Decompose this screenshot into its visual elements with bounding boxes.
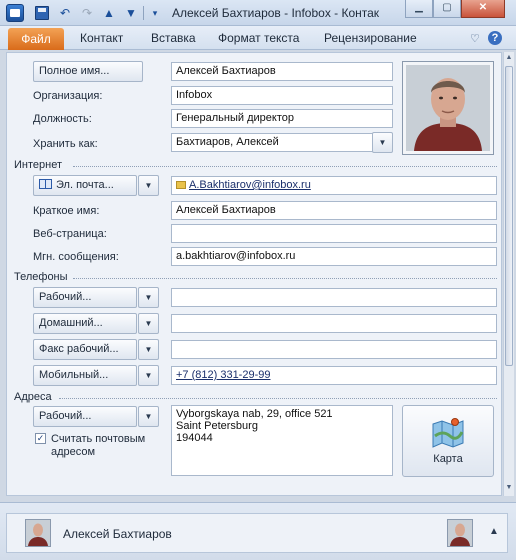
- tab-file[interactable]: Файл: [8, 28, 64, 50]
- company-label: Организация:: [33, 90, 103, 102]
- tab-contact[interactable]: Контакт: [80, 31, 123, 45]
- map-button[interactable]: Карта: [402, 405, 494, 477]
- map-icon: [432, 418, 464, 448]
- email-field[interactable]: A.Bakhtiarov@infobox.ru: [171, 176, 497, 195]
- scroll-up-icon[interactable]: ▲: [505, 54, 513, 61]
- display-as-field[interactable]: Алексей Бахтиаров: [171, 201, 497, 220]
- window-controls: ▁ ▢ ✕: [405, 0, 505, 20]
- company-field[interactable]: Infobox: [171, 86, 393, 105]
- close-icon[interactable]: ✕: [461, 0, 505, 18]
- section-phones: Телефоны: [14, 271, 68, 283]
- scrollbar-thumb[interactable]: [505, 66, 513, 366]
- map-button-label: Карта: [433, 453, 463, 465]
- file-as-field[interactable]: Бахтиаров, Алексей: [171, 133, 373, 152]
- web-page-field[interactable]: [171, 224, 497, 243]
- expand-people-pane-icon[interactable]: ▲: [489, 526, 499, 537]
- address-type-dropdown-icon[interactable]: ▼: [138, 406, 159, 427]
- title-bar: ↶ ↷ ▲ ▼ ▾ Алексей Бахтиаров - Infobox - …: [0, 0, 516, 26]
- people-pane-content: Алексей Бахтиаров ▲: [6, 513, 508, 553]
- phone-business-dropdown-icon[interactable]: ▼: [138, 287, 159, 308]
- address-line: 194044: [176, 432, 213, 444]
- tab-insert[interactable]: Вставка: [151, 31, 196, 45]
- section-addresses: Адреса: [14, 391, 52, 403]
- maximize-icon[interactable]: ▢: [433, 0, 461, 18]
- mailing-address-checkbox[interactable]: ✓: [35, 433, 46, 444]
- phone-business-button[interactable]: Рабочий...: [33, 287, 137, 308]
- phone-fax-field[interactable]: [171, 340, 497, 359]
- email-type-dropdown-icon[interactable]: ▼: [138, 175, 159, 196]
- window-title: Алексей Бахтиаров - Infobox - Контак: [172, 6, 380, 20]
- display-as-label: Краткое имя:: [33, 205, 100, 217]
- people-pane: Алексей Бахтиаров ▲: [0, 502, 516, 560]
- vertical-scrollbar[interactable]: ▲ ▼: [503, 52, 514, 496]
- undo-icon[interactable]: ↶: [57, 5, 73, 21]
- section-divider: [73, 278, 497, 279]
- expand-ribbon-icon[interactable]: ♡: [470, 32, 480, 45]
- phone-mobile-dropdown-icon[interactable]: ▼: [138, 365, 159, 386]
- ribbon-tabs: Файл Контакт Вставка Формат текста Рецен…: [0, 26, 516, 50]
- tab-review[interactable]: Рецензирование: [324, 31, 417, 45]
- file-as-label: Хранить как:: [33, 138, 98, 150]
- im-address-label: Мгн. сообщения:: [33, 251, 119, 263]
- job-title-label: Должность:: [33, 113, 92, 125]
- avatar[interactable]: [25, 519, 51, 547]
- save-icon[interactable]: [35, 6, 49, 20]
- previous-item-icon[interactable]: ▲: [101, 5, 117, 21]
- address-type-button[interactable]: Рабочий...: [33, 406, 137, 427]
- phone-mobile-button[interactable]: Мобильный...: [33, 365, 137, 386]
- phone-business-field[interactable]: [171, 288, 497, 307]
- email-type-button[interactable]: Эл. почта...: [33, 175, 137, 196]
- customize-toolbar-icon[interactable]: ▾: [147, 5, 163, 21]
- help-icon[interactable]: ?: [488, 31, 502, 45]
- scroll-down-icon[interactable]: ▼: [505, 484, 513, 491]
- phone-fax-button[interactable]: Факс рабочий...: [33, 339, 137, 360]
- email-status-icon: [176, 181, 186, 189]
- email-value: A.Bakhtiarov@infobox.ru: [189, 179, 311, 191]
- avatar[interactable]: [447, 519, 473, 547]
- address-textbox[interactable]: Vyborgskaya nab, 29, office 521 Saint Pe…: [171, 405, 393, 476]
- file-as-dropdown-icon[interactable]: ▼: [372, 132, 393, 153]
- address-line: Vyborgskaya nab, 29, office 521: [176, 408, 333, 420]
- full-name-button[interactable]: Полное имя...: [33, 61, 143, 82]
- email-type-label: Эл. почта...: [56, 179, 114, 191]
- full-name-field[interactable]: Алексей Бахтиаров: [171, 62, 393, 81]
- phone-fax-dropdown-icon[interactable]: ▼: [138, 339, 159, 360]
- contact-form: Полное имя... Алексей Бахтиаров Организа…: [6, 52, 502, 496]
- outlook-contact-icon[interactable]: [6, 4, 24, 22]
- phone-home-field[interactable]: [171, 314, 497, 333]
- web-page-label: Веб-страница:: [33, 228, 107, 240]
- job-title-field[interactable]: Генеральный директор: [171, 109, 393, 128]
- tab-format-text[interactable]: Формат текста: [218, 31, 299, 45]
- section-divider: [73, 166, 497, 167]
- phone-mobile-field[interactable]: +7 (812) 331-29-99: [171, 366, 497, 385]
- phone-home-button[interactable]: Домашний...: [33, 313, 137, 334]
- phone-home-dropdown-icon[interactable]: ▼: [138, 313, 159, 334]
- im-address-field[interactable]: a.bakhtiarov@infobox.ru: [171, 247, 497, 266]
- next-item-icon[interactable]: ▼: [123, 5, 139, 21]
- minimize-icon[interactable]: ▁: [405, 0, 433, 18]
- section-internet: Интернет: [14, 159, 62, 171]
- mailing-address-label: Считать почтовым: [51, 433, 146, 445]
- mailing-address-label-cont: адресом: [51, 446, 96, 458]
- people-pane-name: Алексей Бахтиаров: [63, 527, 172, 541]
- redo-icon[interactable]: ↷: [79, 5, 95, 21]
- address-book-icon: [39, 179, 52, 189]
- address-line: Saint Petersburg: [176, 420, 258, 432]
- section-divider: [59, 398, 497, 399]
- toolbar-separator: [143, 6, 144, 20]
- contact-photo[interactable]: [402, 61, 494, 155]
